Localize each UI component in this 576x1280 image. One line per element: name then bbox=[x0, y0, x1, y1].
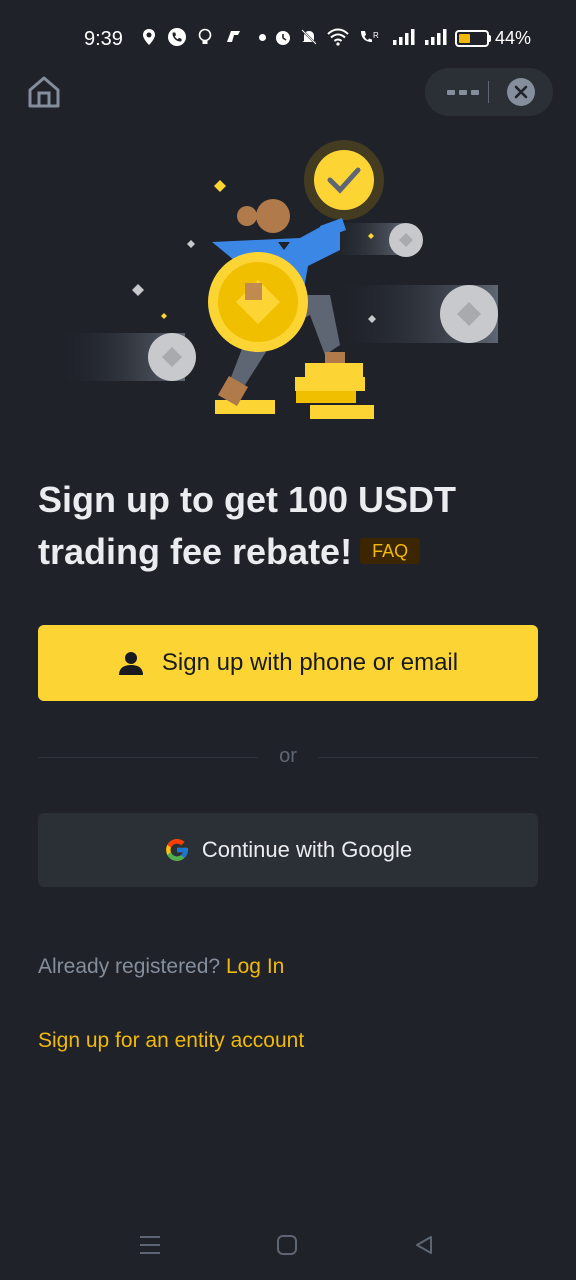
wifi-icon bbox=[326, 28, 350, 46]
mini-app-capsule bbox=[425, 68, 553, 116]
status-time: 9:39 bbox=[84, 28, 123, 50]
recents-button[interactable] bbox=[136, 1231, 164, 1259]
login-link[interactable]: Log In bbox=[226, 955, 284, 978]
continue-with-google-button[interactable]: Continue with Google bbox=[38, 813, 538, 887]
dot-icon bbox=[258, 28, 266, 46]
back-icon bbox=[416, 1236, 432, 1254]
more-button[interactable] bbox=[441, 80, 485, 104]
status-bar: 9:39 R 44% bbox=[0, 22, 576, 56]
volte-icon: R bbox=[358, 28, 384, 46]
bulb-icon bbox=[196, 28, 214, 46]
battery-icon bbox=[455, 30, 489, 47]
or-divider: or bbox=[38, 740, 538, 776]
signup-phone-email-button[interactable]: Sign up with phone or email bbox=[38, 625, 538, 701]
location-icon bbox=[140, 28, 158, 46]
entity-account-link[interactable]: Sign up for an entity account bbox=[38, 1029, 304, 1053]
already-registered-text: Already registered? bbox=[38, 955, 221, 978]
signal-icon bbox=[424, 28, 448, 46]
coin-stack bbox=[295, 377, 365, 391]
check-coin bbox=[314, 150, 374, 210]
battery-tip bbox=[488, 35, 491, 42]
signup-button-label: Sign up with phone or email bbox=[161, 649, 459, 676]
svg-text:R: R bbox=[373, 31, 379, 40]
close-icon bbox=[514, 85, 528, 99]
notification-icons bbox=[140, 28, 242, 46]
person-head bbox=[256, 199, 290, 233]
alarm-icon bbox=[274, 28, 292, 46]
menu-icon bbox=[140, 1236, 160, 1254]
more-icon bbox=[447, 89, 455, 95]
capsule-divider bbox=[488, 81, 489, 103]
back-nav-button[interactable] bbox=[410, 1231, 438, 1259]
faq-badge[interactable]: FAQ bbox=[360, 538, 421, 565]
mute-icon bbox=[300, 28, 318, 46]
close-button[interactable] bbox=[507, 78, 535, 106]
login-prompt: Already registered? Log In bbox=[38, 955, 284, 979]
home-button[interactable] bbox=[24, 72, 64, 112]
app-icon bbox=[224, 28, 242, 46]
google-icon bbox=[165, 839, 188, 861]
person-icon bbox=[118, 652, 143, 675]
divider-line-right bbox=[318, 757, 538, 758]
home-square-icon bbox=[277, 1235, 297, 1255]
home-nav-button[interactable] bbox=[273, 1231, 301, 1259]
google-button-label: Continue with Google bbox=[201, 837, 413, 862]
hero-illustration bbox=[55, 140, 498, 419]
battery-level bbox=[459, 34, 470, 43]
system-nav-bar bbox=[0, 1225, 576, 1265]
phone-icon bbox=[168, 28, 186, 46]
battery-percentage: 44% bbox=[495, 28, 532, 48]
page-title: Sign up to get 100 USDT trading fee reba… bbox=[38, 474, 538, 578]
home-icon bbox=[28, 76, 60, 108]
signal-icon bbox=[392, 28, 416, 46]
system-icons: R bbox=[258, 28, 448, 46]
